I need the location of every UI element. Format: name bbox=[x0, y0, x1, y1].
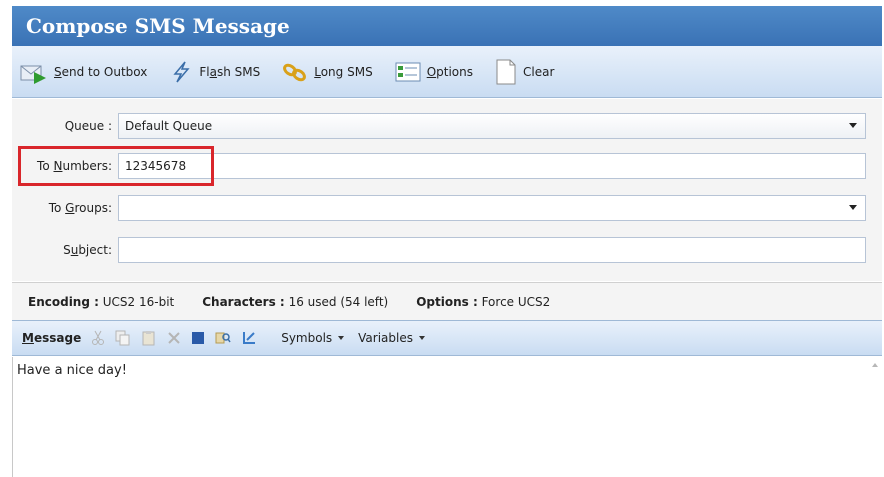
to-groups-row: To Groups: bbox=[12, 195, 866, 221]
flash-sms-label: Flash SMS bbox=[199, 64, 261, 79]
options-button[interactable]: Options bbox=[395, 60, 473, 84]
to-groups-label: To Groups: bbox=[48, 201, 112, 215]
to-numbers-row: To Numbers: 12345678 bbox=[12, 153, 866, 179]
scroll-up-arrow-icon[interactable] bbox=[872, 363, 878, 367]
copy-icon[interactable] bbox=[115, 330, 131, 346]
chevron-down-icon bbox=[338, 336, 345, 340]
options-status: Options : Force UCS2 bbox=[416, 294, 551, 309]
send-to-outbox-button[interactable]: Send to Outbox bbox=[20, 60, 147, 84]
long-sms-button[interactable]: Long SMS bbox=[282, 60, 373, 84]
blank-page-icon bbox=[495, 59, 517, 85]
cut-icon[interactable] bbox=[91, 330, 105, 346]
flash-sms-button[interactable]: Flash SMS bbox=[169, 60, 260, 84]
long-sms-label: Long SMS bbox=[314, 64, 373, 79]
encoding-status-bar: Encoding : UCS2 16-bit Characters : 16 u… bbox=[12, 282, 882, 320]
to-numbers-input[interactable]: 12345678 bbox=[118, 153, 866, 179]
message-text-area[interactable]: Have a nice day! bbox=[12, 357, 882, 477]
encoding-status: Encoding : UCS2 16-bit bbox=[28, 294, 175, 309]
compose-sms-window: Compose SMS Message Send to Outbox Flash… bbox=[0, 0, 884, 477]
lightning-icon bbox=[169, 60, 193, 84]
window-title: Compose SMS Message bbox=[12, 6, 882, 46]
symbols-menu[interactable]: Symbols bbox=[281, 331, 345, 345]
to-numbers-value: 12345678 bbox=[125, 159, 187, 173]
queue-value: Default Queue bbox=[125, 119, 213, 133]
find-replace-icon[interactable] bbox=[215, 330, 231, 346]
variables-menu[interactable]: Variables bbox=[358, 331, 425, 345]
options-checklist-icon bbox=[395, 60, 421, 84]
subject-label: Subject: bbox=[63, 243, 112, 257]
send-envelope-icon bbox=[20, 60, 48, 84]
insert-icon[interactable] bbox=[241, 330, 257, 346]
paste-icon[interactable] bbox=[141, 330, 157, 346]
chevron-down-icon bbox=[419, 336, 425, 340]
options-label: Options bbox=[426, 64, 473, 79]
subject-input[interactable] bbox=[118, 237, 866, 263]
message-label: Message bbox=[22, 331, 82, 345]
subject-row: Subject: bbox=[12, 237, 866, 263]
select-all-icon[interactable] bbox=[191, 331, 205, 345]
chain-links-icon bbox=[282, 60, 308, 84]
queue-dropdown[interactable]: Default Queue bbox=[118, 113, 866, 139]
characters-status: Characters : 16 used (54 left) bbox=[202, 294, 389, 309]
clear-button[interactable]: Clear bbox=[495, 59, 554, 85]
message-header-form: Queue : Default Queue To Numbers: 123456… bbox=[12, 99, 882, 281]
dropdown-arrow-icon bbox=[849, 205, 857, 210]
main-toolbar: Send to Outbox Flash SMS Long SMS Option… bbox=[12, 46, 882, 98]
delete-icon[interactable] bbox=[167, 331, 181, 345]
message-text: Have a nice day! bbox=[17, 363, 127, 378]
to-groups-dropdown[interactable] bbox=[118, 195, 866, 221]
to-numbers-label: To Numbers: bbox=[37, 159, 112, 173]
send-to-outbox-label: Send to Outbox bbox=[54, 64, 148, 79]
dropdown-arrow-icon bbox=[849, 123, 857, 128]
message-toolbar: Message Symbols Variables bbox=[12, 320, 882, 356]
queue-label: Queue : bbox=[64, 119, 112, 133]
queue-row: Queue : Default Queue bbox=[12, 113, 866, 139]
clear-label: Clear bbox=[523, 64, 555, 79]
